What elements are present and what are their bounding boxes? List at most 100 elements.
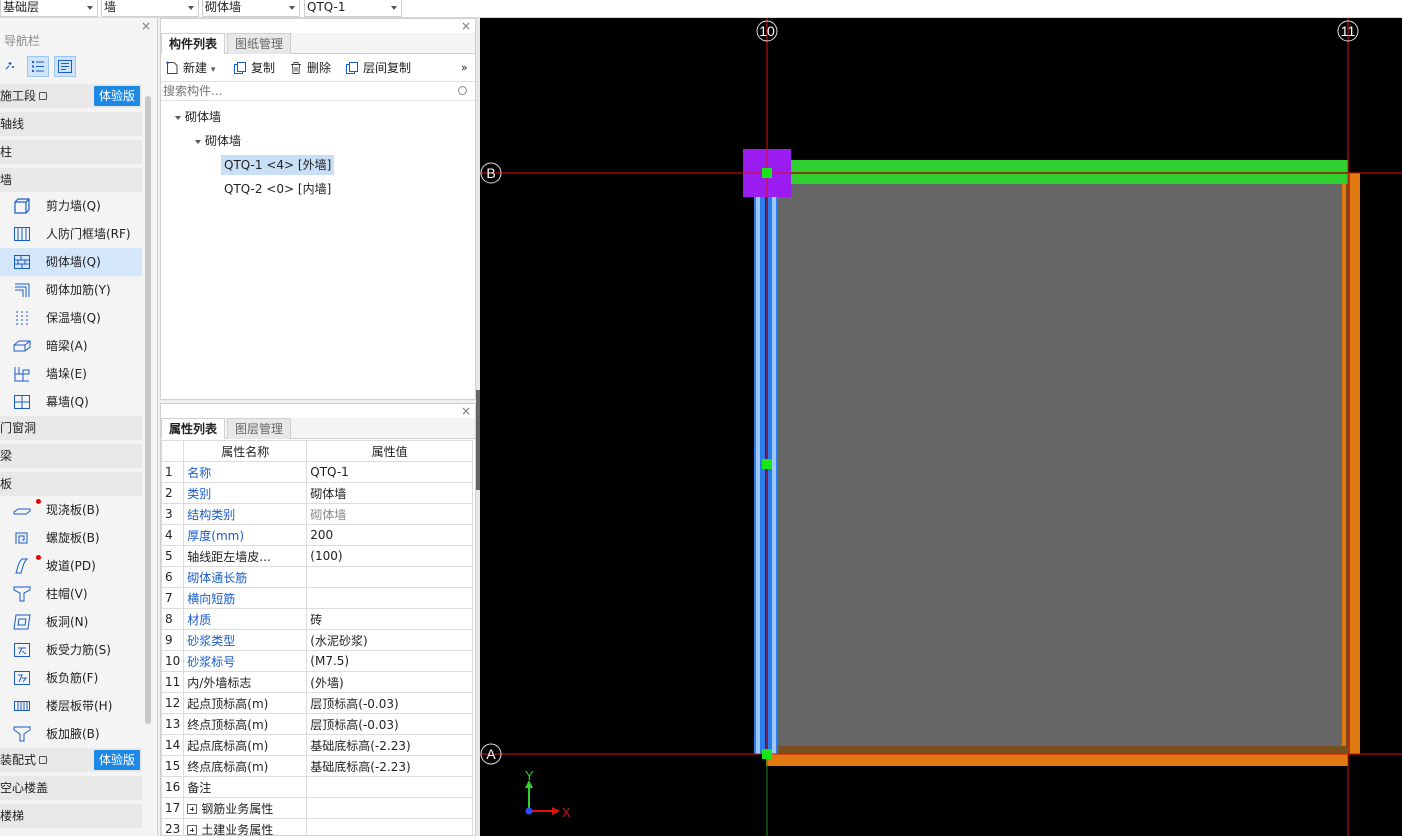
- tab-component-list[interactable]: 构件列表: [161, 33, 226, 54]
- property-row[interactable]: 11 内/外墙标志 (外墙): [160, 671, 473, 693]
- property-value[interactable]: [306, 776, 473, 798]
- property-value[interactable]: (M7.5): [306, 650, 473, 672]
- floor-copy-button[interactable]: 层间复制: [345, 59, 411, 77]
- new-button[interactable]: 新建 ▾: [165, 59, 215, 77]
- nav-group-stairs[interactable]: 楼梯: [0, 804, 142, 828]
- nav-group-construction-segment[interactable]: 施工段 体验版: [0, 84, 142, 108]
- property-row[interactable]: 8 材质砖: [160, 608, 473, 630]
- property-value[interactable]: 基础底标高(-2.23): [306, 755, 473, 777]
- slab-area[interactable]: [776, 182, 1348, 764]
- component-dropdown[interactable]: QTQ-1: [304, 0, 402, 17]
- property-value[interactable]: QTQ-1: [306, 461, 473, 483]
- property-panel-close-icon[interactable]: ×: [461, 404, 471, 418]
- nav-item-spiral-slab[interactable]: 螺旋板(B): [0, 524, 142, 552]
- nav-item-shear-wall[interactable]: 剪力墙(Q): [0, 192, 142, 220]
- nav-item-floor-slab-strip[interactable]: 楼层板带(H): [0, 692, 142, 720]
- property-row[interactable]: 2 类别 砌体墙: [160, 482, 473, 504]
- nav-item-ramp[interactable]: 坡道(PD): [0, 552, 142, 580]
- nav-group-hollow-floor[interactable]: 空心楼盖: [0, 776, 142, 800]
- property-row[interactable]: 3 结构类别 砌体墙: [160, 503, 473, 525]
- nav-group-slab[interactable]: 板: [0, 472, 142, 496]
- nav-item-masonry-wall[interactable]: 砌体墙(Q): [0, 248, 142, 276]
- sparkle-icon[interactable]: [0, 56, 22, 77]
- property-value[interactable]: 砖: [306, 608, 473, 630]
- nav-item-column-cap[interactable]: 柱帽(V): [0, 580, 142, 608]
- category-dropdown[interactable]: 墙: [101, 0, 199, 17]
- property-row[interactable]: 17 钢筋业务属性: [160, 797, 473, 819]
- list-view-icon[interactable]: [27, 56, 49, 77]
- property-name[interactable]: 钢筋业务属性: [183, 797, 308, 819]
- nav-item-slab-negative-rebar[interactable]: 板负筋(F): [0, 664, 142, 692]
- nav-item-blast-door-frame-wall[interactable]: 人防门框墙(RF): [0, 220, 142, 248]
- property-row[interactable]: 23 土建业务属性: [160, 818, 473, 836]
- nav-item-cast-slab[interactable]: 现浇板(B): [0, 496, 142, 524]
- property-value[interactable]: [306, 797, 473, 819]
- nav-item-slab-haunch[interactable]: 板加腋(B): [0, 720, 142, 748]
- more-toolbar-button[interactable]: »: [461, 59, 468, 77]
- grip-handle-mid[interactable]: [762, 459, 772, 469]
- grip-handle-top[interactable]: [762, 168, 772, 178]
- property-value[interactable]: 基础底标高(-2.23): [306, 734, 473, 756]
- property-value[interactable]: 层顶标高(-0.03): [306, 692, 473, 714]
- wall-bottom[interactable]: [766, 754, 1348, 766]
- property-row[interactable]: 13 终点顶标高(m) 层顶标高(-0.03): [160, 713, 473, 735]
- property-value[interactable]: [306, 566, 473, 588]
- property-value[interactable]: 砌体墙: [306, 482, 473, 504]
- nav-item-masonry-reinforcement[interactable]: 砌体加筋(Y): [0, 276, 142, 304]
- component-panel-close-icon[interactable]: ×: [461, 19, 471, 33]
- wall-right[interactable]: [1342, 173, 1360, 754]
- trial-badge[interactable]: 体验版: [94, 86, 140, 106]
- property-row[interactable]: 5 轴线距左墙皮... (100): [160, 545, 473, 567]
- component-search-input[interactable]: [161, 82, 451, 100]
- property-row[interactable]: 10 砂浆标号 (M7.5): [160, 650, 473, 672]
- nav-group-openings[interactable]: 门窗洞: [0, 416, 142, 440]
- property-value[interactable]: [306, 818, 473, 836]
- property-value[interactable]: (100): [306, 545, 473, 567]
- nav-close-icon[interactable]: ×: [141, 19, 151, 33]
- property-value[interactable]: 砌体墙: [306, 503, 473, 525]
- property-row[interactable]: 9 砂浆类型 (水泥砂浆): [160, 629, 473, 651]
- nav-group-beam[interactable]: 梁: [0, 444, 142, 468]
- nav-item-slab-hole[interactable]: 板洞(N): [0, 608, 142, 636]
- nav-group-wall[interactable]: 墙: [0, 168, 142, 192]
- grip-handle-bottom[interactable]: [762, 749, 772, 759]
- nav-item-slab-stress-rebar[interactable]: 板受力筋(S): [0, 636, 142, 664]
- tab-drawing-management[interactable]: 图纸管理: [227, 33, 292, 54]
- property-name[interactable]: 土建业务属性: [183, 818, 308, 836]
- nav-item-insulation-wall[interactable]: 保温墙(Q): [0, 304, 142, 332]
- property-row[interactable]: 6 砌体通长筋: [160, 566, 473, 588]
- property-row[interactable]: 14 起点底标高(m) 基础底标高(-2.23): [160, 734, 473, 756]
- nav-item-wall-pier[interactable]: 墙垛(E): [0, 360, 142, 388]
- expand-plus-icon[interactable]: [187, 825, 198, 835]
- nav-group-axis[interactable]: 轴线: [0, 112, 142, 136]
- trial-badge[interactable]: 体验版: [94, 750, 140, 770]
- property-value[interactable]: 200: [306, 524, 473, 546]
- property-row[interactable]: 16 备注: [160, 776, 473, 798]
- tree-leaf-qtq-1[interactable]: QTQ-1 <4> [外墙]: [221, 155, 335, 175]
- expand-caret-icon[interactable]: [175, 115, 181, 120]
- property-value[interactable]: (水泥砂浆): [306, 629, 473, 651]
- property-value[interactable]: (外墙): [306, 671, 473, 693]
- expand-caret-icon[interactable]: [195, 139, 201, 144]
- tab-layer-management[interactable]: 图层管理: [227, 418, 292, 439]
- drawing-canvas[interactable]: 10 11 B A Y X: [480, 18, 1402, 836]
- property-row[interactable]: 7 横向短筋: [160, 587, 473, 609]
- delete-button[interactable]: 删除: [289, 59, 331, 77]
- tab-property-list[interactable]: 属性列表: [161, 418, 226, 439]
- floor-dropdown[interactable]: 基础层: [0, 0, 98, 17]
- property-row[interactable]: 15 终点底标高(m) 基础底标高(-2.23): [160, 755, 473, 777]
- nav-group-prefab[interactable]: 装配式 体验版: [0, 748, 142, 772]
- expand-plus-icon[interactable]: [187, 804, 198, 814]
- detail-view-icon[interactable]: [54, 56, 76, 77]
- nav-item-hidden-beam[interactable]: 暗梁(A): [0, 332, 142, 360]
- tree-node-root[interactable]: 砌体墙: [175, 107, 221, 127]
- tree-node-child[interactable]: 砌体墙: [195, 131, 241, 151]
- property-value[interactable]: [306, 587, 473, 609]
- nav-item-curtain-wall[interactable]: 幕墙(Q): [0, 388, 142, 416]
- type-dropdown[interactable]: 砌体墙: [202, 0, 300, 17]
- property-value[interactable]: 层顶标高(-0.03): [306, 713, 473, 735]
- search-icon[interactable]: [458, 86, 467, 95]
- copy-button[interactable]: 复制: [233, 59, 275, 77]
- nav-scrollbar[interactable]: [145, 96, 151, 724]
- property-row[interactable]: 4 厚度(mm) 200: [160, 524, 473, 546]
